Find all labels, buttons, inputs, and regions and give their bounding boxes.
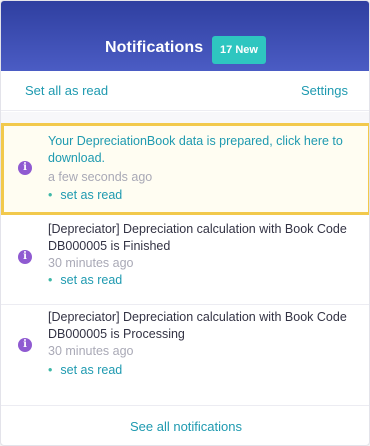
notification-item-download[interactable]: i Your DepreciationBook data is prepared… (1, 123, 369, 215)
set-as-read-link[interactable]: • set as read (48, 273, 122, 287)
notification-message: [Depreciator] Depreciation calculation w… (48, 310, 347, 341)
bullet-dot-icon: • (48, 188, 53, 202)
notification-message: [Depreciator] Depreciation calculation w… (48, 222, 347, 253)
bullet-dot-icon: • (48, 273, 53, 287)
set-as-read-label[interactable]: set as read (60, 363, 122, 377)
info-icon: i (18, 161, 32, 175)
bullet-dot-icon: • (48, 363, 53, 377)
header-title: Notifications (105, 39, 204, 56)
notification-time: a few seconds ago (48, 170, 153, 184)
notification-message[interactable]: Your DepreciationBook data is prepared, … (48, 133, 353, 167)
set-as-read-link[interactable]: • set as read (48, 363, 122, 377)
settings-link[interactable]: Settings (301, 83, 348, 98)
notifications-panel: Notifications 17 New Set all as read Set… (0, 0, 370, 446)
notification-item-finished[interactable]: i [Depreciator] Depreciation calculation… (1, 218, 369, 304)
notification-item-processing[interactable]: i [Depreciator] Depreciation calculation… (1, 306, 369, 394)
see-all-notifications-link[interactable]: See all notifications (130, 419, 242, 434)
notification-divider (1, 304, 369, 305)
set-as-read-label[interactable]: set as read (60, 188, 122, 202)
set-all-read-link[interactable]: Set all as read (25, 83, 108, 98)
set-as-read-link[interactable]: • set as read (48, 188, 122, 202)
notifications-header: Notifications 17 New (1, 1, 369, 71)
set-as-read-label[interactable]: set as read (60, 273, 122, 287)
new-count-badge: 17 New (212, 36, 266, 64)
notifications-actions-bar: Set all as read Settings (1, 71, 369, 111)
notification-time: 30 minutes ago (48, 344, 134, 358)
info-icon: i (18, 250, 32, 264)
notification-time: 30 minutes ago (48, 256, 134, 270)
notifications-footer: See all notifications (1, 405, 369, 445)
info-icon: i (18, 338, 32, 352)
